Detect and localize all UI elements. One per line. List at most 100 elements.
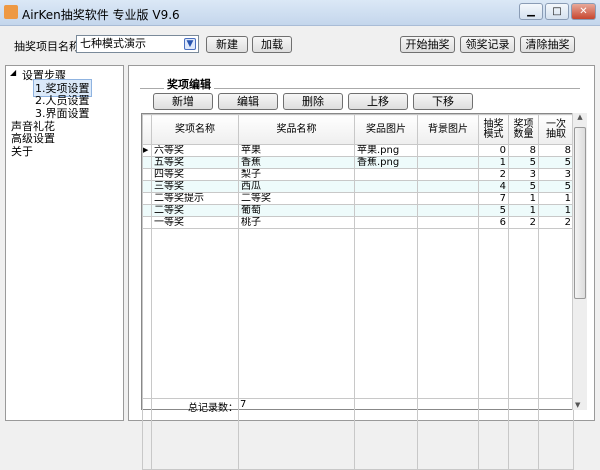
table-cell[interactable]: 苹果 [238,144,355,157]
col-header[interactable]: 抽奖模式 [478,114,509,145]
records-button[interactable]: 领奖记录 [460,36,515,53]
table-cell[interactable] [354,180,418,193]
table-cell[interactable] [417,216,479,229]
load-project-button[interactable]: 加载 [252,36,292,53]
table-cell[interactable]: 2 [478,168,509,181]
table-cell[interactable]: 苹果.png [354,144,418,157]
table-cell[interactable]: 8 [508,144,539,157]
col-header[interactable]: 一次抽取 [538,114,574,145]
table-row[interactable]: 五等奖 香蕉 香蕉.png 1 5 5 [142,156,574,169]
clear-draw-button[interactable]: 清除抽奖 [520,36,575,53]
table-cell[interactable]: 香蕉.png [354,156,418,169]
scroll-down-icon[interactable]: ▼ [575,401,580,409]
start-draw-button[interactable]: 开始抽奖 [400,36,455,53]
table-cell[interactable]: 8 [538,144,574,157]
maximize-button[interactable]: □ [545,3,569,20]
table-cell[interactable]: 6 [478,216,509,229]
table-cell[interactable]: 5 [508,156,539,169]
new-project-button[interactable]: 新建 [206,36,248,53]
table-cell[interactable] [417,192,479,205]
table-cell[interactable] [417,204,479,217]
table-cell[interactable]: 7 [478,192,509,205]
table-row[interactable]: 一等奖 桃子 6 2 2 [142,216,574,229]
table-cell[interactable]: 二等奖 [151,204,239,217]
table-cell[interactable]: 1 [478,156,509,169]
table-row[interactable]: 二等奖提示 二等奖 7 1 1 [142,192,574,205]
table-cell[interactable] [417,156,479,169]
table-cell[interactable] [417,168,479,181]
table-cell[interactable]: 二等奖提示 [151,192,239,205]
table-cell[interactable]: 二等奖 [238,192,355,205]
delete-button[interactable]: 删除 [283,93,343,110]
close-button[interactable]: ✕ [571,3,596,20]
table-cell[interactable]: 1 [508,192,539,205]
table-cell[interactable]: 葡萄 [238,204,355,217]
table-cell[interactable]: 4 [478,180,509,193]
table-cell[interactable]: 3 [538,168,574,181]
table-cell[interactable]: 1 [508,204,539,217]
row-selector[interactable] [142,180,152,193]
table-cell[interactable]: 0 [478,144,509,157]
table-cell[interactable]: 5 [538,156,574,169]
col-header[interactable]: 奖项数量 [508,114,539,145]
col-header[interactable]: 奖品图片 [354,114,418,145]
scroll-up-icon[interactable]: ▲ [573,113,587,121]
move-down-button[interactable]: 下移 [413,93,473,110]
table-cell[interactable] [417,180,479,193]
table-cell[interactable]: 5 [478,204,509,217]
grid-footer: 总记录数： 7 [142,398,573,414]
table-cell[interactable] [354,216,418,229]
table-cell[interactable]: 2 [538,216,574,229]
row-selector[interactable]: ▶ [142,144,152,157]
table-cell[interactable] [354,204,418,217]
col-header[interactable]: 奖品名称 [238,114,355,145]
table-row[interactable]: 三等奖 西瓜 4 5 5 [142,180,574,193]
table-cell[interactable]: 2 [508,216,539,229]
table-cell[interactable] [417,144,479,157]
minimize-button[interactable]: ▁ [519,3,543,20]
row-selector[interactable] [142,168,152,181]
settings-tree: ◢ 设置步骤 1.奖项设置 2.人员设置 3.界面设置 声音礼花 高级设置 关于 [5,65,124,421]
chevron-down-icon[interactable]: ▼ [184,38,196,50]
row-selector[interactable] [142,192,152,205]
project-label: 抽奖项目名称 [14,40,80,53]
row-selector[interactable] [142,216,152,229]
record-count-value: 7 [240,399,247,410]
table-cell[interactable]: 5 [508,180,539,193]
table-row[interactable]: ▶ 六等奖 苹果 苹果.png 0 8 8 [142,144,574,157]
table-cell[interactable]: 六等奖 [151,144,239,157]
project-select[interactable]: 七种模式演示 ▼ [76,35,199,53]
app-icon [4,5,18,19]
table-row[interactable]: 四等奖 梨子 2 3 3 [142,168,574,181]
vertical-scrollbar[interactable]: ▲ ▼ [572,113,587,410]
table-cell[interactable]: 五等奖 [151,156,239,169]
group-title: 奖项编辑 [164,76,214,92]
table-cell[interactable]: 桃子 [238,216,355,229]
title-bar: AirKen抽奖软件 专业版 V9.6 ▁ □ ✕ [0,0,600,26]
expand-icon[interactable]: ◢ [10,68,16,77]
row-selector[interactable] [142,204,152,217]
edit-button[interactable]: 编辑 [218,93,278,110]
table-cell[interactable]: 香蕉 [238,156,355,169]
table-cell[interactable]: 1 [538,192,574,205]
scroll-thumb[interactable] [574,127,586,299]
tree-item-about[interactable]: 关于 [11,143,33,159]
table-cell[interactable]: 5 [538,180,574,193]
table-cell[interactable]: 3 [508,168,539,181]
table-cell[interactable]: 三等奖 [151,180,239,193]
table-cell[interactable]: 一等奖 [151,216,239,229]
table-cell[interactable]: 西瓜 [238,180,355,193]
col-header[interactable]: 背景图片 [417,114,479,145]
window-title: AirKen抽奖软件 专业版 V9.6 [22,8,180,22]
move-up-button[interactable]: 上移 [348,93,408,110]
table-cell[interactable]: 四等奖 [151,168,239,181]
table-cell[interactable] [354,192,418,205]
table-row[interactable]: 二等奖 葡萄 5 1 1 [142,204,574,217]
table-cell[interactable]: 1 [538,204,574,217]
add-button[interactable]: 新增 [153,93,213,110]
prize-grid[interactable]: 奖项名称 奖品名称 奖品图片 背景图片 抽奖模式 奖项数量 一次抽取 ▶ 六等奖苹… [141,113,587,470]
row-selector[interactable] [142,156,152,169]
table-cell[interactable]: 梨子 [238,168,355,181]
col-header[interactable]: 奖项名称 [151,114,239,145]
table-cell[interactable] [354,168,418,181]
